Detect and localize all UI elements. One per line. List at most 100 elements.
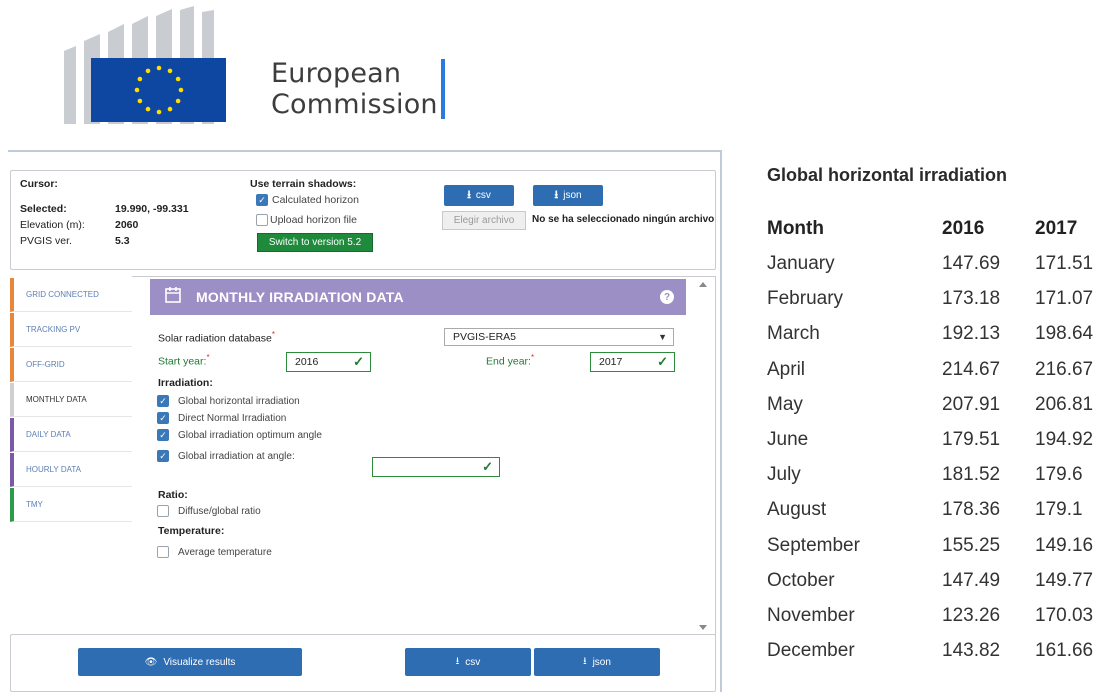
angle-input[interactable]: ✓ (372, 457, 500, 477)
nav-item[interactable]: HOURLY DATA (10, 453, 132, 487)
logo-line-2: Commission (271, 89, 438, 120)
eu-star (167, 68, 173, 74)
end-year-select[interactable]: 2017 ✓ (590, 352, 675, 372)
eu-star (156, 65, 162, 71)
table-cell: 149.77 (1035, 569, 1094, 591)
download-icon: ⭳ (455, 655, 460, 667)
download-icon: ⭳ (583, 655, 587, 667)
nav-item[interactable]: MONTHLY DATA (10, 383, 132, 417)
top-json-button[interactable]: ⭳ json (533, 185, 603, 206)
bottom-json-button[interactable]: ⭳ json (534, 648, 660, 676)
table-cell: 179.1 (1035, 499, 1083, 521)
eu-star (134, 87, 140, 93)
visualize-results-button[interactable]: 👁 Visualize results (78, 648, 302, 676)
table-cell: 179.6 (1035, 464, 1083, 486)
database-label: Solar radiation database* (158, 330, 275, 345)
table-cell: 214.67 (942, 358, 1001, 380)
eu-flag-icon (91, 58, 226, 122)
table-cell: 181.52 (942, 464, 1001, 486)
scroll-down-icon[interactable] (699, 625, 707, 630)
visualize-label: Visualize results (163, 656, 236, 668)
diffuse-ratio-label: Diffuse/global ratio (178, 506, 261, 517)
pvgis-version-value: 5.3 (115, 235, 130, 247)
database-select[interactable]: PVGIS-ERA5 ▼ (444, 328, 674, 346)
eu-star (167, 106, 173, 112)
irradiation-option-checkbox[interactable]: ✓ (157, 450, 169, 462)
eu-star (175, 98, 181, 104)
table-cell: 123.26 (942, 605, 1001, 626)
table-cell: 149.16 (1035, 534, 1094, 556)
upload-horizon-checkbox[interactable] (256, 214, 268, 226)
eye-icon: 👁 (144, 656, 158, 668)
calculated-horizon-checkbox[interactable]: ✓ (256, 194, 268, 206)
download-icon: ⭳ (554, 189, 559, 201)
table-cell: 198.64 (1035, 323, 1094, 345)
help-icon[interactable]: ? (660, 290, 674, 304)
section-header: MONTHLY IRRADIATION DATA ? (150, 279, 686, 315)
table-header-cell: Month (767, 218, 824, 239)
nav-item[interactable]: TRACKING PV (10, 313, 132, 347)
nav-item[interactable]: TMY (10, 488, 132, 522)
pvgis-version-label: PVGIS ver. (20, 235, 72, 247)
selected-value: 19.990, -99.331 (115, 203, 189, 215)
table-cell: January (767, 253, 835, 274)
irradiation-option-label: Global irradiation optimum angle (178, 430, 322, 441)
table-header-cell: 2016 (942, 218, 985, 239)
nav-item[interactable]: GRID CONNECTED (10, 278, 132, 312)
upload-horizon-label: Upload horizon file (270, 214, 357, 226)
table-cell: 147.69 (942, 253, 1001, 274)
irradiation-option-label: Direct Normal Irradiation (178, 413, 287, 424)
irradiation-option-label: Global irradiation at angle: (178, 451, 295, 462)
table-cell: 143.82 (942, 640, 1001, 662)
table-cell: 207.91 (942, 393, 1001, 415)
choose-file-button[interactable]: Elegir archivo (442, 211, 526, 230)
check-icon: ✓ (353, 354, 364, 369)
table-cell: February (767, 288, 844, 310)
bottom-csv-label: csv (465, 656, 481, 668)
table-cell: 173.18 (942, 288, 1001, 310)
table-cell: September (767, 534, 860, 556)
table-title: Global horizontal irradiation (767, 165, 1008, 185)
pvgis-panel: Cursor: Selected: 19.990, -99.331 Elevat… (8, 150, 722, 692)
table-cell: 161.66 (1035, 640, 1094, 662)
table-cell: 179.51 (942, 429, 1001, 450)
end-year-label: End year:* (486, 353, 535, 368)
table-cell: May (767, 393, 803, 415)
irradiation-option-checkbox[interactable]: ✓ (157, 412, 169, 424)
table-cell: March (767, 323, 820, 345)
table-cell: 171.07 (1035, 288, 1094, 310)
logo-divider (441, 59, 445, 119)
side-navigation: GRID CONNECTED TRACKING PV OFF-GRID MONTHLY… (10, 278, 132, 523)
irradiation-option-checkbox[interactable]: ✓ (157, 429, 169, 441)
table-cell: 216.67 (1035, 358, 1094, 380)
check-icon: ✓ (482, 459, 493, 474)
avg-temperature-label: Average temperature (178, 547, 272, 558)
ratio-heading: Ratio: (158, 489, 188, 501)
avg-temperature-checkbox[interactable] (157, 546, 169, 558)
switch-version-button[interactable]: Switch to version 5.2 (257, 233, 373, 252)
start-year-select[interactable]: 2016 ✓ (286, 352, 371, 372)
eu-star (178, 87, 184, 93)
top-csv-button[interactable]: ⭳ csv (444, 185, 514, 206)
start-year-value: 2016 (295, 356, 319, 368)
bottom-csv-button[interactable]: ⭳ csv (405, 648, 531, 676)
nav-item[interactable]: DAILY DATA (10, 418, 132, 452)
table-cell: December (767, 640, 855, 662)
eu-star (175, 76, 181, 82)
download-icon: ⭳ (467, 189, 471, 201)
end-year-value: 2017 (599, 356, 623, 368)
eu-star (145, 68, 151, 74)
table-header-cell: 2017 (1035, 218, 1078, 239)
table-cell: 206.81 (1035, 393, 1094, 415)
content-scrollbar[interactable] (696, 278, 710, 634)
bottom-actions: 👁 Visualize results ⭳ csv ⭳ json (10, 634, 716, 692)
chevron-down-icon: ▼ (658, 332, 667, 342)
nav-item[interactable]: OFF-GRID (10, 348, 132, 382)
table-cell: June (767, 429, 809, 450)
diffuse-ratio-checkbox[interactable] (157, 505, 169, 517)
table-cell: 147.49 (942, 569, 1001, 591)
irradiation-option-checkbox[interactable]: ✓ (157, 395, 169, 407)
scroll-up-icon[interactable] (699, 282, 707, 287)
cursor-label: Cursor: (20, 178, 58, 190)
top-json-label: json (563, 190, 582, 201)
